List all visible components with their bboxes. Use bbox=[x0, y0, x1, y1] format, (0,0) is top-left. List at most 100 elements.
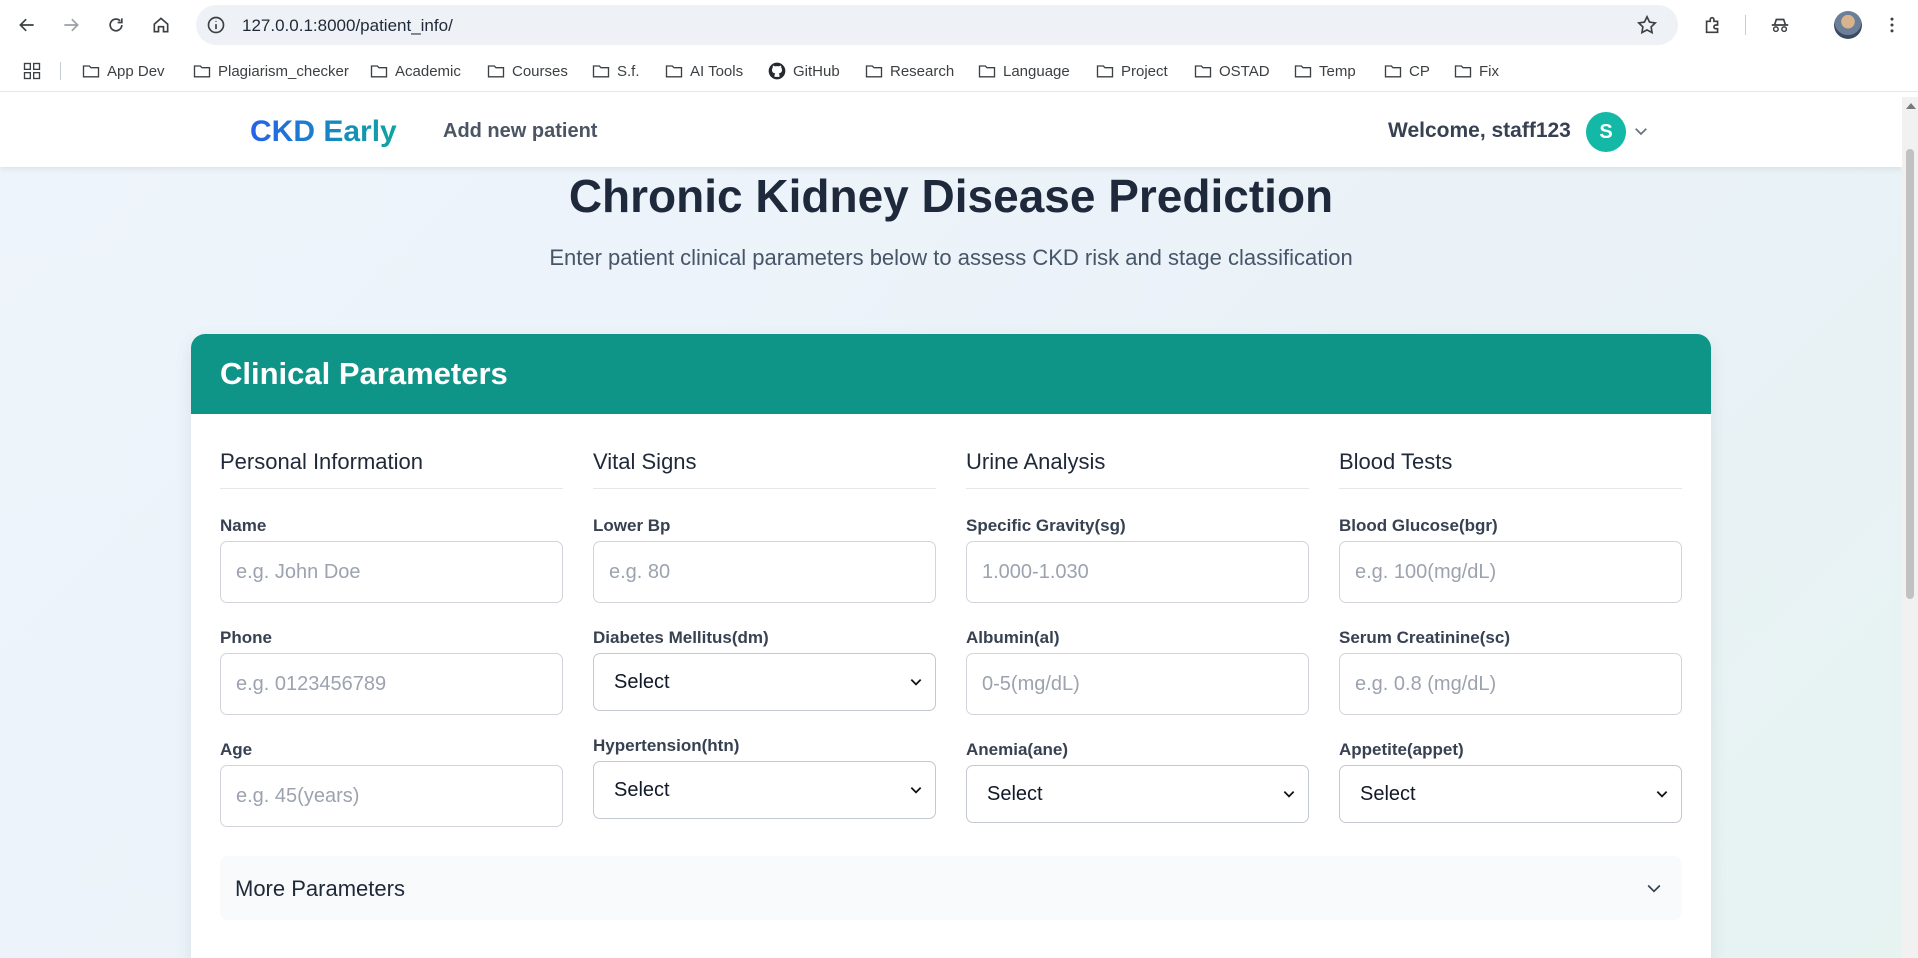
name-input[interactable]: e.g. John Doe bbox=[220, 541, 563, 603]
brand-logo[interactable]: CKD Early bbox=[250, 115, 397, 149]
age-input[interactable]: e.g. 45(years) bbox=[220, 765, 563, 827]
section-divider bbox=[220, 488, 563, 489]
github-icon bbox=[768, 62, 786, 80]
chevron-down-icon bbox=[1647, 884, 1661, 893]
bookmark-link[interactable]: GitHub bbox=[767, 50, 840, 92]
puzzle-icon bbox=[1705, 16, 1719, 34]
field-label: Phone bbox=[220, 628, 272, 647]
page-viewport: CKD Early Add new patient Welcome, staff… bbox=[0, 97, 1902, 958]
section-divider bbox=[593, 488, 936, 489]
phone-input[interactable]: e.g. 0123456789 bbox=[220, 653, 563, 715]
folder-icon bbox=[1096, 65, 1114, 78]
bookmark-folder[interactable]: App Dev bbox=[81, 50, 165, 92]
anemia-select[interactable]: Select bbox=[966, 765, 1309, 823]
field-label: Specific Gravity(sg) bbox=[966, 516, 1126, 535]
card-header: Clinical Parameters bbox=[191, 334, 1711, 414]
bookmark-folder[interactable]: S.f. bbox=[591, 50, 640, 92]
chevron-down-icon bbox=[1283, 791, 1295, 798]
bookmark-folder[interactable]: Temp bbox=[1293, 50, 1356, 92]
browser-menu-button[interactable] bbox=[1876, 9, 1908, 41]
address-bar[interactable]: 127.0.0.1:8000/patient_info/ bbox=[196, 5, 1678, 45]
field-label: Serum Creatinine(sc) bbox=[1339, 628, 1510, 647]
field-label: Lower Bp bbox=[593, 516, 671, 535]
page-subtitle: Enter patient clinical parameters below … bbox=[549, 245, 1353, 270]
folder-icon bbox=[865, 65, 883, 78]
bookmark-folder[interactable]: Project bbox=[1095, 50, 1168, 92]
scroll-thumb[interactable] bbox=[1906, 149, 1914, 599]
folder-icon bbox=[1194, 65, 1212, 78]
arrow-right-icon bbox=[64, 18, 79, 32]
albumin-input[interactable]: 0-5(mg/dL) bbox=[966, 653, 1309, 715]
browser-toolbar: 127.0.0.1:8000/patient_info/ bbox=[0, 0, 1918, 50]
select-value: Select bbox=[987, 782, 1043, 805]
field-label: Anemia(ane) bbox=[966, 740, 1069, 759]
appetite-select[interactable]: Select bbox=[1339, 765, 1682, 823]
extensions-button[interactable] bbox=[1697, 9, 1729, 41]
folder-icon bbox=[370, 65, 388, 78]
arrow-left-icon bbox=[19, 18, 34, 32]
chevron-down-icon bbox=[1656, 791, 1668, 798]
clinical-parameters-card: Clinical Parameters Personal Information… bbox=[191, 334, 1711, 958]
chevron-down-icon[interactable] bbox=[1632, 122, 1650, 140]
app-navbar: CKD Early Add new patient Welcome, staff… bbox=[0, 97, 1902, 167]
incognito-icon bbox=[1771, 18, 1789, 33]
serum-creatinine-input[interactable]: e.g. 0.8 (mg/dL) bbox=[1339, 653, 1682, 715]
hypertension-select[interactable]: Select bbox=[593, 761, 936, 819]
bookmark-folder[interactable]: Fix bbox=[1453, 50, 1499, 92]
reload-button[interactable] bbox=[100, 9, 132, 41]
section-divider bbox=[1339, 488, 1682, 489]
field-label: Appetite(appet) bbox=[1339, 740, 1464, 759]
field-label: Age bbox=[220, 740, 253, 759]
folder-icon bbox=[487, 65, 505, 78]
incognito-button[interactable] bbox=[1764, 9, 1796, 41]
page-scrollbar[interactable] bbox=[1902, 97, 1918, 958]
select-value: Select bbox=[1360, 782, 1416, 805]
section-title: Personal Information bbox=[220, 449, 423, 474]
field-label: Hypertension(htn) bbox=[593, 736, 740, 755]
bookmark-folder[interactable]: AI Tools bbox=[664, 50, 743, 92]
site-info-icon[interactable] bbox=[206, 15, 226, 35]
apps-grid-icon[interactable] bbox=[22, 61, 42, 81]
folder-icon bbox=[1454, 65, 1472, 78]
scroll-up-arrow[interactable] bbox=[1906, 103, 1916, 109]
section-divider bbox=[966, 488, 1309, 489]
folder-icon bbox=[1294, 65, 1312, 78]
more-parameters-label: More Parameters bbox=[235, 876, 405, 901]
folder-icon bbox=[592, 65, 610, 78]
back-button[interactable] bbox=[11, 9, 43, 41]
blood-glucose-input[interactable]: e.g. 100(mg/dL) bbox=[1339, 541, 1682, 603]
bookmark-folder[interactable]: Academic bbox=[369, 50, 461, 92]
specific-gravity-input[interactable]: 1.000-1.030 bbox=[966, 541, 1309, 603]
profile-avatar[interactable] bbox=[1834, 11, 1862, 39]
home-button[interactable] bbox=[145, 9, 177, 41]
more-vertical-icon bbox=[1890, 17, 1894, 33]
reload-icon bbox=[109, 18, 123, 32]
add-patient-link[interactable]: Add new patient bbox=[443, 120, 597, 143]
bookmark-folder[interactable]: Courses bbox=[486, 50, 568, 92]
bookmark-star-icon[interactable] bbox=[1636, 14, 1658, 36]
section-title: Urine Analysis bbox=[966, 449, 1106, 474]
user-avatar[interactable]: S bbox=[1586, 112, 1626, 152]
home-icon bbox=[153, 17, 169, 33]
folder-icon bbox=[193, 65, 211, 78]
chevron-down-icon bbox=[910, 679, 922, 686]
bookmark-folder[interactable]: OSTAD bbox=[1193, 50, 1270, 92]
select-value: Select bbox=[614, 778, 670, 801]
field-label: Albumin(al) bbox=[966, 628, 1060, 647]
diabetes-select[interactable]: Select bbox=[593, 653, 936, 711]
bookmark-folder[interactable]: Plagiarism_checker bbox=[192, 50, 349, 92]
lower-bp-input[interactable]: e.g. 80 bbox=[593, 541, 936, 603]
bookmark-folder[interactable]: CP bbox=[1383, 50, 1430, 92]
field-label: Name bbox=[220, 516, 267, 535]
card-title: Clinical Parameters bbox=[220, 356, 508, 391]
bookmarks-divider bbox=[60, 62, 61, 80]
section-title: Vital Signs bbox=[593, 449, 697, 474]
bookmarks-bar: App Dev Plagiarism_checker Academic Cour… bbox=[0, 50, 1918, 92]
forward-button[interactable] bbox=[55, 9, 87, 41]
section-title: Blood Tests bbox=[1339, 449, 1453, 474]
more-parameters-toggle[interactable]: More Parameters bbox=[220, 856, 1682, 920]
page-title: Chronic Kidney Disease Prediction bbox=[568, 170, 1334, 222]
bookmark-folder[interactable]: Research bbox=[864, 50, 954, 92]
chevron-down-icon bbox=[910, 787, 922, 794]
bookmark-folder[interactable]: Language bbox=[977, 50, 1070, 92]
